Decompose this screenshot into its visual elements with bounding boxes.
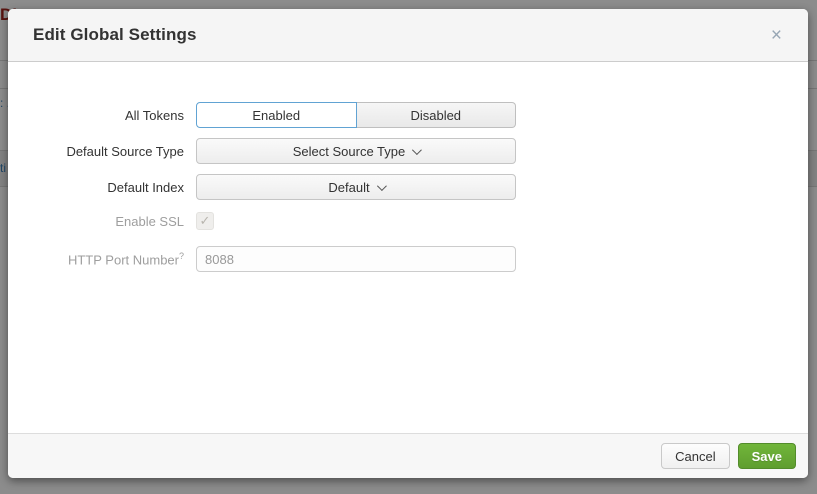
dialog-title: Edit Global Settings (33, 25, 765, 45)
row-http-port: HTTP Port Number? (8, 246, 808, 272)
all-tokens-enabled-button[interactable]: Enabled (196, 102, 357, 128)
edit-global-settings-dialog: Edit Global Settings × All Tokens Enable… (8, 9, 808, 478)
chevron-down-icon (377, 181, 387, 191)
enable-ssl-label: Enable SSL (8, 214, 196, 229)
all-tokens-disabled-button[interactable]: Disabled (357, 102, 517, 128)
http-port-input[interactable] (196, 246, 516, 272)
dialog-footer: Cancel Save (8, 433, 808, 478)
chevron-down-icon (412, 145, 422, 155)
row-default-index: Default Index Default (8, 174, 808, 200)
http-port-label: HTTP Port Number? (8, 251, 196, 267)
default-index-label: Default Index (8, 180, 196, 195)
row-enable-ssl: Enable SSL ✓ (8, 212, 808, 230)
close-icon[interactable]: × (765, 22, 788, 49)
default-source-type-dropdown[interactable]: Select Source Type (196, 138, 516, 164)
row-all-tokens: All Tokens Enabled Disabled (8, 102, 808, 128)
save-button[interactable]: Save (738, 443, 796, 469)
cancel-button[interactable]: Cancel (661, 443, 729, 469)
row-default-source-type: Default Source Type Select Source Type (8, 138, 808, 164)
enable-ssl-checkbox: ✓ (196, 212, 214, 230)
all-tokens-toggle: Enabled Disabled (196, 102, 516, 128)
help-superscript: ? (179, 251, 184, 261)
default-index-value: Default (328, 180, 369, 195)
checkmark-icon: ✓ (200, 213, 211, 229)
dialog-header: Edit Global Settings × (8, 9, 808, 62)
all-tokens-label: All Tokens (8, 108, 196, 123)
default-source-type-label: Default Source Type (8, 144, 196, 159)
default-source-type-value: Select Source Type (293, 144, 406, 159)
default-index-dropdown[interactable]: Default (196, 174, 516, 200)
dialog-body: All Tokens Enabled Disabled Default Sour… (8, 62, 808, 433)
